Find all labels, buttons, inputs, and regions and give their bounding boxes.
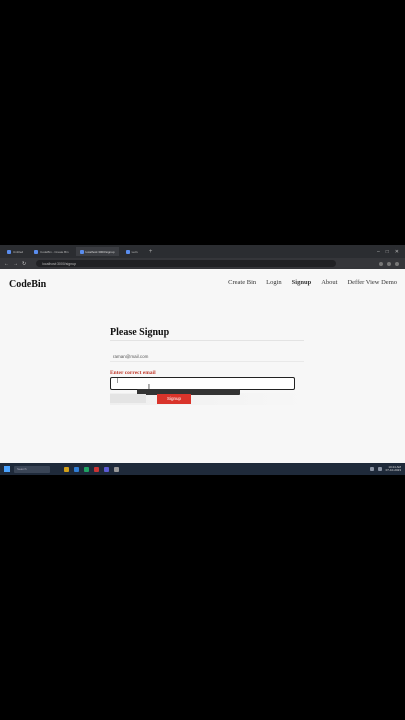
favicon-icon [34,249,39,254]
app-icon[interactable] [94,466,99,472]
tab-label: Let's [131,249,138,254]
browser-tab[interactable]: Untitled [3,247,27,256]
back-icon[interactable]: ← [4,261,9,267]
nav-create-bin[interactable]: Create Bin [228,279,256,286]
favicon-icon [7,249,11,254]
browser-tab-active[interactable]: localhost:3000/signup [75,247,119,256]
edge-icon[interactable] [74,466,79,472]
clock-date: 07-10-2023 [385,468,401,472]
system-tray: 10:24 AM 07-10-2023 [369,465,405,473]
tab-label: localhost:3000/signup [85,249,115,254]
start-icon[interactable] [4,466,10,472]
wifi-icon[interactable] [369,467,374,471]
extension-icon[interactable] [379,261,383,266]
signup-button[interactable]: Signup [157,394,191,404]
vscode-icon[interactable] [104,466,109,472]
web-page: CodeBin Create Bin Login Signup About De… [0,269,405,463]
taskbar: Search 10:24 AM 07-10-2023 [0,463,405,475]
mouse-cursor-icon: I [148,384,150,391]
browser-tab[interactable]: CodeBin - Create Bin [30,247,72,256]
extension-icon[interactable] [387,261,391,266]
site-nav: Create Bin Login Signup About Deffer Vie… [228,279,397,286]
tab-label: CodeBin - Create Bin [40,249,69,254]
taskbar-search[interactable]: Search [14,465,50,473]
brand-logo[interactable]: CodeBin [9,279,46,290]
browser-tab-bar: Untitled CodeBin - Create Bin localhost:… [0,245,405,258]
screen-area: Untitled CodeBin - Create Bin localhost:… [0,245,405,475]
extensions [379,261,405,266]
minimize-icon[interactable]: – [377,249,380,255]
browser-nav-buttons: ← → ↻ [0,261,26,267]
profile-icon[interactable] [395,261,399,266]
browser-tab[interactable]: Let's [122,247,142,256]
form-actions: I Signup [110,384,304,405]
signup-form: Please Signup raman@mail.com Enter corre… [110,327,304,405]
volume-icon[interactable] [377,467,382,471]
email-field[interactable]: raman@mail.com [110,351,304,362]
tab-label: Untitled [13,249,24,254]
favicon-icon [125,249,130,254]
taskbar-apps [64,466,119,472]
new-tab-button[interactable]: + [145,247,157,256]
secondary-button[interactable] [110,394,146,403]
app-icon[interactable] [114,466,119,472]
nav-about[interactable]: About [321,279,337,286]
error-message: Enter correct email [110,370,156,376]
url-input[interactable]: localhost:3000/signup [36,260,337,267]
maximize-icon[interactable]: □ [386,249,389,255]
nav-deffer-view-demo[interactable]: Deffer View Demo [347,279,397,286]
forward-icon[interactable]: → [13,261,18,267]
chrome-icon[interactable] [84,466,89,472]
close-icon[interactable]: ✕ [395,249,399,255]
nav-login[interactable]: Login [266,279,282,286]
reload-icon[interactable]: ↻ [22,261,26,267]
address-bar: ← → ↻ localhost:3000/signup [0,258,405,269]
favicon-icon [79,249,84,254]
page-title: Please Signup [110,327,304,341]
nav-signup[interactable]: Signup [292,279,312,286]
clock[interactable]: 10:24 AM 07-10-2023 [385,465,401,473]
window-controls: – □ ✕ [377,249,405,255]
file-explorer-icon[interactable] [64,466,69,472]
